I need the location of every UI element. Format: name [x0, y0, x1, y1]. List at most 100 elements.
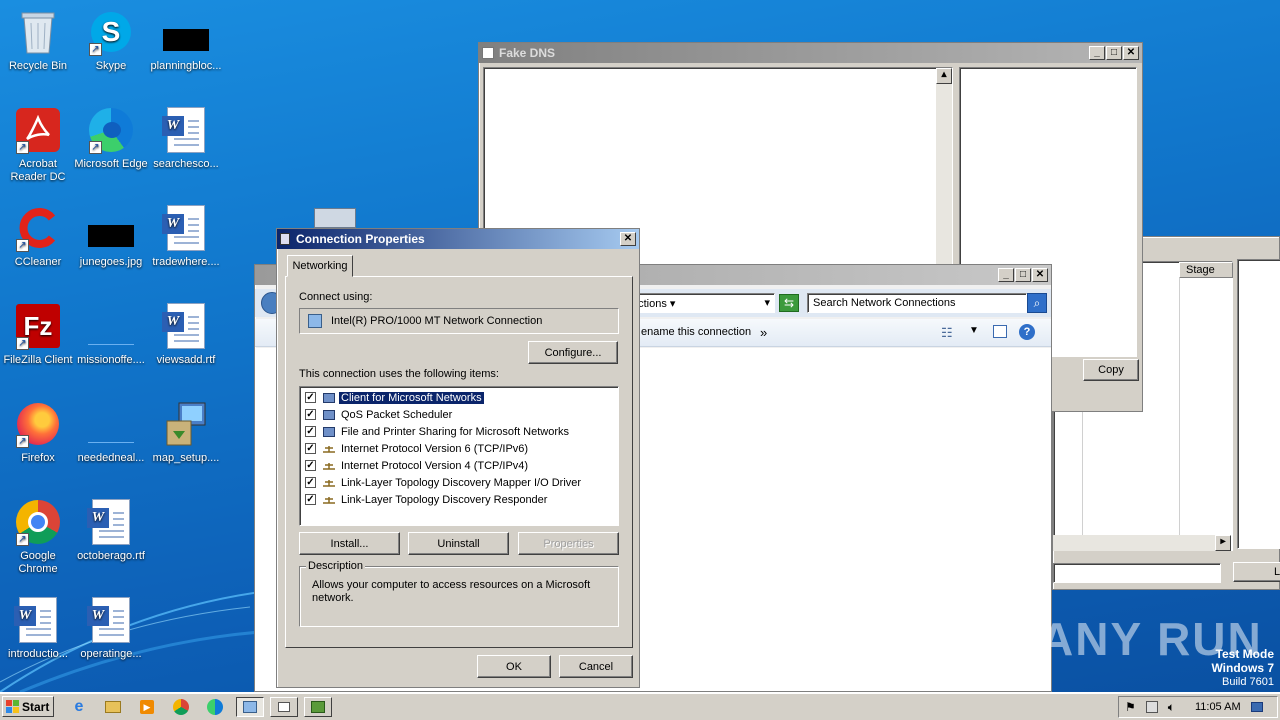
item-checkbox[interactable]: ✓ — [305, 409, 316, 420]
column-header-stage[interactable]: Stage — [1179, 262, 1233, 278]
tab-networking[interactable]: Networking — [287, 255, 353, 277]
close-button[interactable]: ✕ — [620, 232, 636, 246]
maximize-button[interactable]: □ — [1106, 46, 1122, 60]
desktop-icon-acrobat[interactable]: ↗ Acrobat Reader DC — [0, 106, 76, 184]
start-label: Start — [22, 699, 50, 714]
search-icon[interactable]: ⌕ — [1027, 293, 1047, 313]
desktop-icon-viewsadd[interactable]: W viewsadd.rtf — [148, 302, 224, 367]
help-icon[interactable]: ? — [1019, 324, 1035, 340]
connection-item-label: Link-Layer Topology Discovery Responder — [341, 493, 548, 506]
cancel-button[interactable]: Cancel — [559, 655, 633, 678]
network-protocol-icon — [322, 443, 336, 455]
file-explorer-icon[interactable] — [102, 697, 124, 717]
desktop-icon-recycle-bin[interactable]: Recycle Bin — [0, 8, 76, 73]
view-dropdown-icon[interactable]: ▼ — [969, 325, 979, 336]
desktop-icon-skype[interactable]: S ↗ Skype — [73, 8, 149, 73]
action-center-flag-icon[interactable]: ⚑ — [1125, 700, 1136, 714]
desktop-icon-neededneal[interactable]: neededneal... — [73, 400, 149, 465]
ok-button[interactable]: OK — [477, 655, 551, 678]
start-button[interactable]: Start — [2, 696, 54, 717]
desktop-icon-label: map_setup.... — [152, 452, 220, 464]
window-title: Fake DNS — [499, 46, 556, 60]
more-commands-button[interactable]: » — [760, 325, 767, 340]
connection-item[interactable]: ✓ Client for Microsoft Networks — [300, 389, 618, 406]
internet-explorer-icon[interactable]: e — [68, 697, 90, 717]
item-checkbox[interactable]: ✓ — [305, 477, 316, 488]
rename-connection-command[interactable]: ename this connection — [641, 326, 751, 338]
item-checkbox[interactable]: ✓ — [305, 460, 316, 471]
address-bar[interactable]: ections ▾ ▾ — [625, 293, 775, 313]
desktop-icon-searchesco[interactable]: W searchesco... — [148, 106, 224, 171]
desktop-icon-planningbloc[interactable]: planningbloc... — [148, 8, 224, 73]
minimize-button[interactable]: _ — [998, 268, 1014, 282]
connection-item[interactable]: ✓ Internet Protocol Version 4 (TCP/IPv4) — [300, 457, 618, 474]
filezilla-icon: Fz ↗ — [14, 302, 62, 350]
show-desktop-icon[interactable] — [1250, 702, 1263, 712]
copy-button[interactable]: Copy — [1083, 359, 1139, 381]
item-checkbox[interactable]: ✓ — [305, 426, 316, 437]
horizontal-scrollbar[interactable]: ▸ — [1053, 535, 1231, 551]
fake-dns-titlebar[interactable]: Fake DNS _ □ ✕ — [479, 43, 1142, 63]
network-tray-icon[interactable] — [1145, 701, 1158, 713]
desktop-icon-junegoes[interactable]: junegoes.jpg — [73, 204, 149, 269]
preview-pane-icon[interactable] — [993, 325, 1007, 338]
uninstall-button[interactable]: Uninstall — [408, 532, 509, 555]
desktop-icon-edge[interactable]: ↗ Microsoft Edge — [73, 106, 149, 171]
connection-item-label: Internet Protocol Version 4 (TCP/IPv4) — [341, 459, 529, 472]
desktop-icon-chrome[interactable]: ↗ Google Chrome — [0, 498, 76, 576]
connection-properties-task[interactable] — [236, 697, 264, 717]
connection-item[interactable]: ✓ QoS Packet Scheduler — [300, 406, 618, 423]
chrome-taskbar-icon[interactable] — [170, 697, 192, 717]
desktop-icon-map-setup[interactable]: map_setup.... — [148, 400, 224, 465]
desktop-icon-tradewhere[interactable]: W tradewhere.... — [148, 204, 224, 269]
refresh-button[interactable]: ⇆ — [779, 294, 799, 312]
address-dropdown-icon[interactable]: ▾ — [764, 296, 770, 309]
dialog-title: Connection Properties — [296, 232, 425, 246]
item-checkbox[interactable]: ✓ — [305, 392, 316, 403]
desktop-icon-operatinge[interactable]: W operatinge... — [73, 596, 149, 661]
connection-item[interactable]: ✓ Link-Layer Topology Discovery Responder — [300, 491, 618, 508]
item-checkbox[interactable]: ✓ — [305, 443, 316, 454]
text-field[interactable] — [1053, 563, 1221, 583]
connection-item[interactable]: ✓ Internet Protocol Version 6 (TCP/IPv6) — [300, 440, 618, 457]
desktop-icon-label: Skype — [95, 60, 127, 72]
vertical-scrollbar[interactable]: ▴ — [936, 68, 952, 281]
search-input[interactable]: Search Network Connections — [807, 293, 1027, 313]
close-button[interactable]: ✕ — [1032, 268, 1048, 282]
desktop-icon-firefox[interactable]: ↗ Firefox — [0, 400, 76, 465]
fake-dns-task[interactable] — [270, 697, 298, 717]
desktop-icon-missionoffe[interactable]: missionoffe.... — [73, 302, 149, 367]
properties-button[interactable]: Properties — [518, 532, 619, 555]
shortcut-arrow-icon: ↗ — [89, 43, 102, 56]
close-button[interactable]: ✕ — [1123, 46, 1139, 60]
configure-button[interactable]: Configure... — [528, 341, 618, 364]
items-listbox[interactable]: ✓ Client for Microsoft Networks ✓ QoS Packe… — [299, 386, 619, 526]
connection-properties-titlebar[interactable]: Connection Properties ✕ — [277, 229, 639, 249]
volume-icon[interactable]: 🔈︎ — [1168, 700, 1175, 715]
install-button[interactable]: Install... — [299, 532, 400, 555]
edge-taskbar-icon[interactable] — [204, 697, 226, 717]
desktop-icon-filezilla[interactable]: Fz ↗ FileZilla Client — [0, 302, 76, 367]
desktop-icon-label: planningbloc... — [150, 60, 222, 72]
network-connections-task[interactable] — [304, 697, 332, 717]
connection-item[interactable]: ✓ Link-Layer Topology Discovery Mapper I/… — [300, 474, 618, 491]
minimize-button[interactable]: _ — [1089, 46, 1105, 60]
scroll-right-button[interactable]: ▸ — [1215, 535, 1231, 551]
desktop-icon-octoberago[interactable]: W octoberago.rtf — [73, 498, 149, 563]
media-player-icon[interactable]: ▶ — [136, 697, 158, 717]
desktop-icon-ccleaner[interactable]: ↗ CCleaner — [0, 204, 76, 269]
shortcut-arrow-icon: ↗ — [16, 337, 29, 350]
change-view-icon[interactable]: ☷ — [941, 325, 953, 341]
clock[interactable]: 11:05 AM — [1195, 701, 1241, 713]
shortcut-arrow-icon: ↗ — [16, 141, 29, 154]
scroll-up-button[interactable]: ▴ — [936, 68, 952, 84]
network-protocol-icon — [322, 460, 336, 472]
connection-properties-dialog[interactable]: Connection Properties ✕ Networking Conne… — [276, 228, 640, 688]
maximize-button[interactable]: □ — [1015, 268, 1031, 282]
list-button[interactable]: Li — [1233, 562, 1280, 582]
window-thumbnail-icon — [314, 208, 356, 228]
description-groupbox: Description Allows your computer to acce… — [299, 560, 619, 627]
item-checkbox[interactable]: ✓ — [305, 494, 316, 505]
desktop-icon-introductio[interactable]: W introductio... — [0, 596, 76, 661]
connection-item[interactable]: ✓ File and Printer Sharing for Microsoft … — [300, 423, 618, 440]
